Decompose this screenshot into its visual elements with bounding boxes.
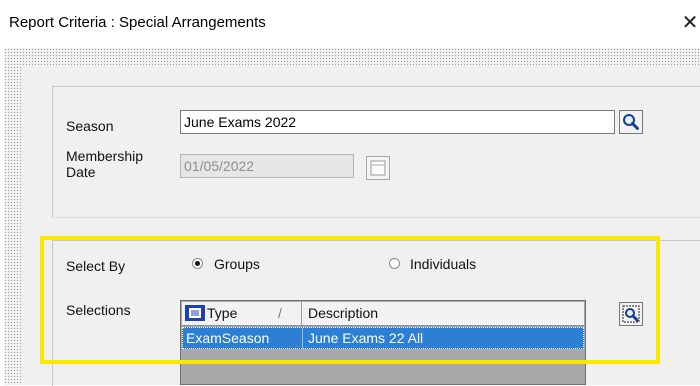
title-bar: Report Criteria : Special Arrangements ✕ (0, 0, 700, 48)
membership-label-line2: Date (66, 164, 96, 180)
season-label: Season (66, 118, 114, 134)
highlight-box (40, 236, 660, 364)
season-lookup-button[interactable] (619, 110, 643, 134)
close-button[interactable]: ✕ (680, 8, 700, 38)
calendar-icon (370, 160, 386, 176)
membership-label-line1: Membership (66, 148, 144, 164)
window-title: Report Criteria : Special Arrangements (9, 14, 266, 31)
magnifier-icon (623, 114, 639, 130)
membership-date-input[interactable]: 01/05/2022 (180, 154, 354, 178)
date-picker-button[interactable] (366, 156, 390, 180)
season-group (52, 86, 700, 218)
season-input[interactable]: June Exams 2022 (180, 110, 615, 134)
